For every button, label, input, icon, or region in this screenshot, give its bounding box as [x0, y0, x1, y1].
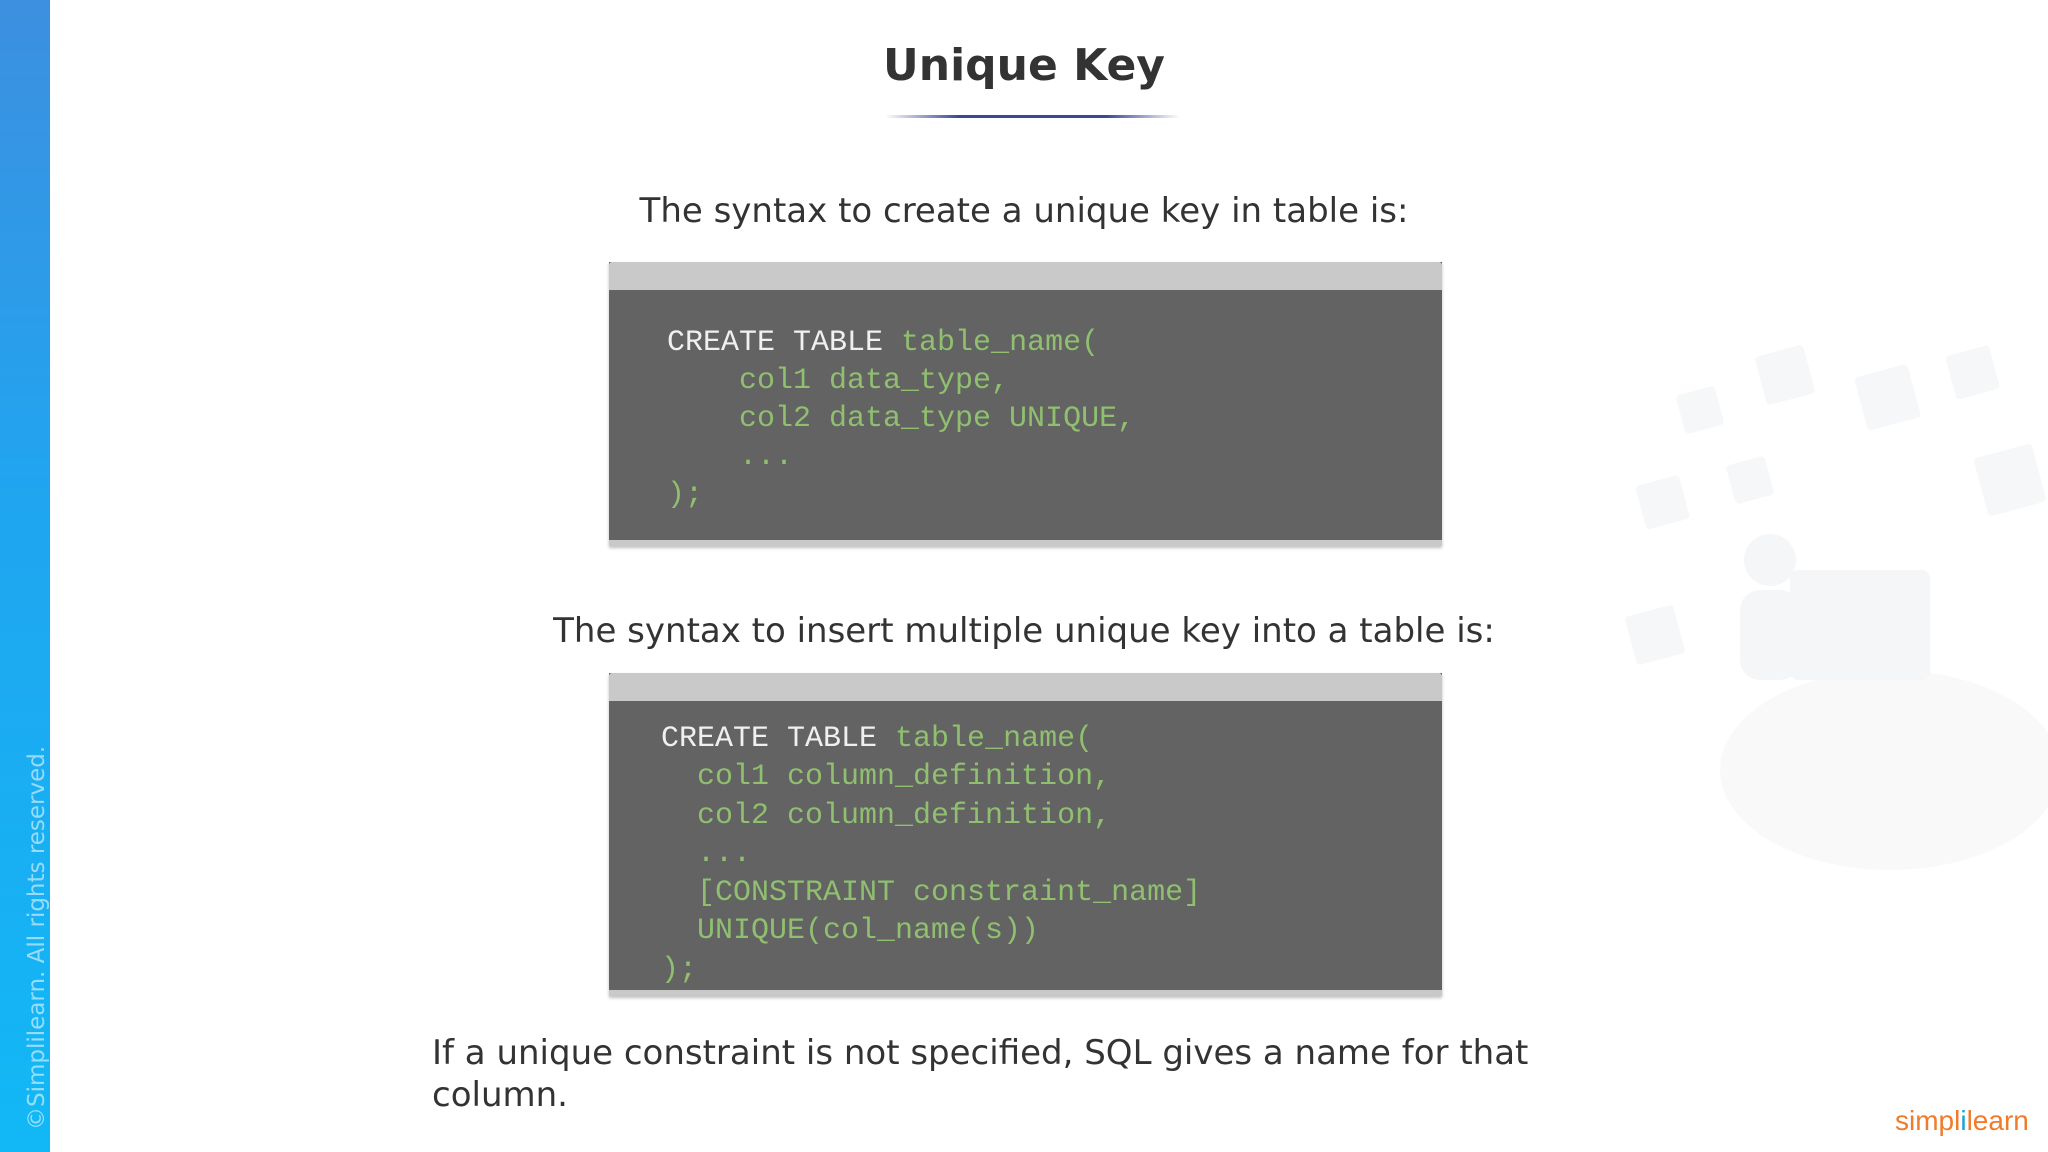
left-accent-bar: ©Simplilearn. All rights reserved.	[0, 0, 50, 1152]
code-block-footer	[609, 540, 1442, 546]
logo-text-simpl: simpl	[1895, 1105, 1961, 1136]
code-block-create: CREATE TABLE table_name( col1 data_type,…	[609, 262, 1442, 546]
footnote-text: If a unique constraint is not specified,…	[432, 1033, 1529, 1115]
code-text: table_name(	[895, 722, 1094, 756]
title-underline	[885, 115, 1180, 118]
code-line: col2 data_type UNIQUE,	[667, 402, 1136, 436]
simplilearn-logo: simplilearn	[1895, 1105, 2029, 1137]
code-line: col1 column_definition,	[661, 760, 1112, 794]
code-line: );	[661, 953, 698, 987]
code-text: table_name(	[901, 326, 1100, 360]
code-line: col2 column_definition,	[661, 799, 1112, 833]
code-line: [CONSTRAINT constraint_name]	[661, 876, 1202, 910]
code-block-multiple: CREATE TABLE table_name( col1 column_def…	[609, 673, 1442, 996]
caption-create-unique-key: The syntax to create a unique key in tab…	[639, 191, 1409, 231]
code-line: UNIQUE(col_name(s))	[661, 914, 1040, 948]
code-block-header	[609, 673, 1442, 701]
code-line: col1 data_type,	[667, 364, 1010, 398]
code-line: CREATE TABLE table_name(	[667, 324, 1099, 362]
code-line: ...	[661, 837, 752, 871]
code-block-header	[609, 262, 1442, 290]
code-keyword: CREATE TABLE	[661, 722, 896, 756]
background-illustration	[1625, 345, 2048, 870]
code-keyword: CREATE TABLE	[667, 326, 902, 360]
copyright-text: ©Simplilearn. All rights reserved.	[24, 745, 50, 1130]
slide-title: Unique Key	[883, 40, 1165, 91]
code-line: CREATE TABLE table_name(	[661, 720, 1093, 758]
code-line: ...	[667, 440, 794, 474]
code-line: );	[667, 478, 704, 512]
code-block-footer	[609, 990, 1442, 996]
logo-text-learn: learn	[1966, 1105, 2029, 1136]
